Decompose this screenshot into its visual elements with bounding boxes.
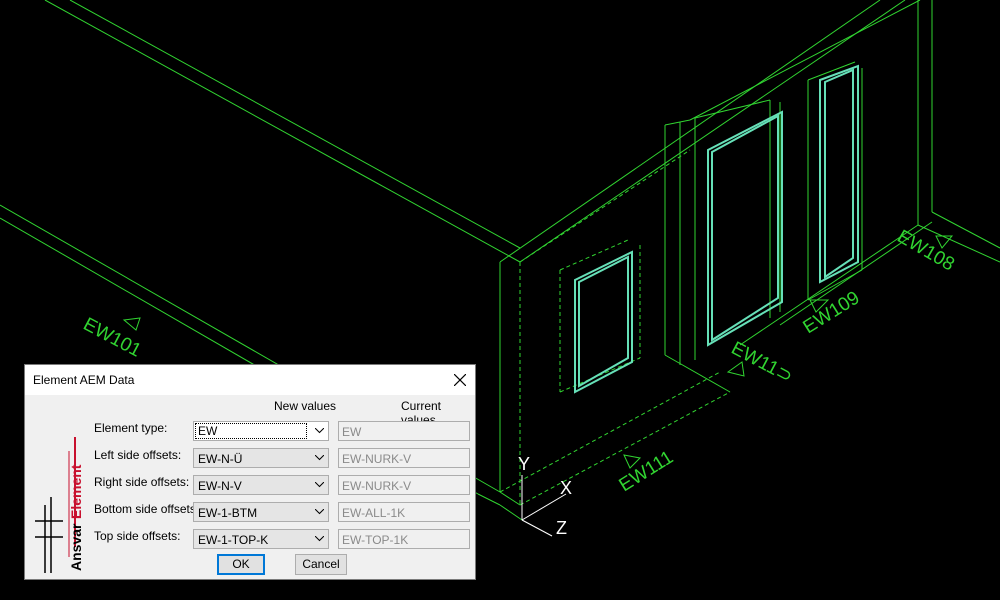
left-side-offsets-current: EW-NURK-V — [338, 448, 470, 468]
top-side-offsets-current: EW-TOP-1K — [338, 529, 470, 549]
ucs-x-label: X — [560, 478, 572, 498]
top-side-offsets-label: Top side offsets: — [94, 529, 181, 543]
bottom-side-offsets-current-value: EW-ALL-1K — [342, 506, 406, 520]
close-icon — [454, 374, 466, 386]
bottom-side-offsets-value: EW-1-BTM — [198, 506, 258, 520]
ansvar-element-logo: Ansvar Element — [35, 437, 84, 573]
right-side-offsets-current: EW-NURK-V — [338, 475, 470, 495]
cancel-button[interactable]: Cancel — [295, 554, 347, 575]
element-type-value: EW — [195, 423, 307, 439]
right-side-offsets-label: Right side offsets: — [94, 475, 190, 489]
element-type-current-value: EW — [342, 425, 362, 439]
wall-tag: EW108 — [894, 226, 958, 275]
element-aem-data-dialog: Element AEM Data Ansvar Element New valu… — [24, 364, 476, 580]
ok-button[interactable]: OK — [217, 554, 265, 575]
top-side-offsets-value: EW-1-TOP-K — [198, 533, 269, 547]
dialog-title: Element AEM Data — [33, 373, 135, 387]
wall-tag: EW109 — [800, 287, 864, 338]
chevron-down-icon — [315, 455, 324, 461]
new-values-header: New values — [274, 399, 337, 413]
logo-word-element: Element — [68, 464, 84, 519]
right-side-offsets-select[interactable]: EW-N-V — [193, 475, 329, 495]
right-side-offsets-value: EW-N-V — [198, 479, 242, 493]
element-type-label: Element type: — [94, 421, 168, 435]
ucs-y-label: Y — [518, 454, 530, 474]
top-side-offsets-current-value: EW-TOP-1K — [342, 533, 409, 547]
top-side-offsets-select[interactable]: EW-1-TOP-K — [193, 529, 329, 549]
element-type-select[interactable]: EW — [193, 421, 329, 441]
element-type-current: EW — [338, 421, 470, 441]
bottom-side-offsets-current: EW-ALL-1K — [338, 502, 470, 522]
right-side-offsets-current-value: EW-NURK-V — [342, 479, 412, 493]
close-button[interactable] — [445, 365, 475, 395]
wall-tag: EW101 — [80, 314, 145, 362]
chevron-down-icon — [315, 428, 324, 434]
bottom-side-offsets-label: Bottom side offsets: — [94, 502, 200, 516]
logo-word-ansvar: Ansvar — [68, 523, 84, 571]
ucs-z-label: Z — [556, 518, 567, 538]
chevron-down-icon — [315, 536, 324, 542]
left-side-offsets-label: Left side offsets: — [94, 448, 182, 462]
wall-tag: EW11⊃ — [728, 338, 796, 388]
left-side-offsets-value: EW-N-Ü — [198, 452, 243, 466]
left-side-offsets-current-value: EW-NURK-V — [342, 452, 412, 466]
wall-tag: EW111 — [616, 447, 678, 496]
chevron-down-icon — [315, 482, 324, 488]
dialog-title-bar[interactable]: Element AEM Data — [25, 365, 475, 395]
chevron-down-icon — [315, 509, 324, 515]
left-side-offsets-select[interactable]: EW-N-Ü — [193, 448, 329, 468]
bottom-side-offsets-select[interactable]: EW-1-BTM — [193, 502, 329, 522]
